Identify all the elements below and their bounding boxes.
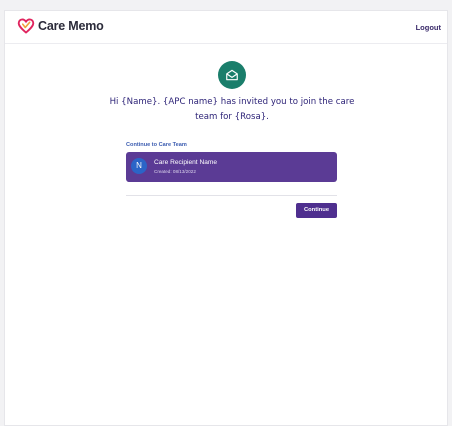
app-window: Care Memo Logout Hi {Name}. {APC name} h… (4, 10, 448, 426)
logo-text: Care Memo (38, 19, 104, 33)
recipient-name: Care Recipient Name (154, 159, 218, 166)
envelope-open-icon (218, 61, 246, 89)
divider (126, 195, 337, 196)
top-bar: Care Memo Logout (5, 11, 447, 44)
app-logo[interactable]: Care Memo (17, 18, 104, 34)
care-team-section-label: Continue to Care Team (126, 142, 187, 148)
recipient-created-date: Created: 08/13/2022 (154, 169, 196, 174)
logout-link[interactable]: Logout (416, 23, 441, 32)
invite-headline: Hi {Name}. {APC name} has invited you to… (109, 97, 355, 122)
continue-button[interactable]: Continue (296, 203, 337, 218)
heart-icon (17, 18, 35, 34)
care-recipient-card[interactable]: N Care Recipient Name Created: 08/13/202… (126, 152, 337, 182)
avatar: N (131, 158, 147, 174)
